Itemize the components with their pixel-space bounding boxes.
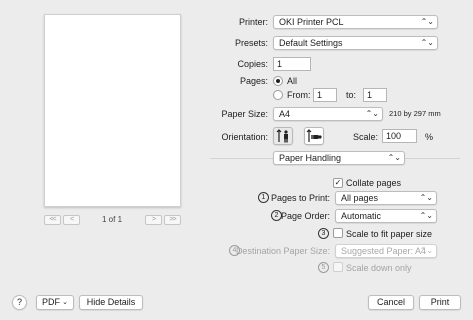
- pages-to-print-popup[interactable]: All pages ⌃⌄: [335, 191, 437, 205]
- hide-details-button[interactable]: Hide Details: [79, 295, 143, 310]
- pages-all-label: All: [287, 76, 298, 86]
- marker-3: 3: [318, 228, 329, 239]
- paper-dimensions: 210 by 297 mm: [389, 109, 441, 118]
- paper-size-value: A4: [279, 109, 291, 119]
- destination-paper-size-label: Destination Paper Size:: [235, 246, 330, 256]
- first-page-button[interactable]: <<: [44, 215, 61, 225]
- pages-label: Pages:: [239, 76, 268, 86]
- updown-chevron-icon: ⌃⌄: [419, 211, 433, 220]
- portrait-person-icon: [276, 129, 288, 143]
- page-order-popup[interactable]: Automatic ⌃⌄: [335, 209, 437, 223]
- page-indicator: 1 of 1: [102, 215, 123, 224]
- destination-paper-size-value: Suggested Paper: A4: [341, 246, 427, 256]
- page-order-label: Page Order:: [280, 211, 330, 221]
- collate-checkbox[interactable]: ✓: [333, 178, 343, 188]
- printer-popup[interactable]: OKI Printer PCL ⌃⌄: [273, 15, 438, 29]
- updown-chevron-icon: ⌃⌄: [420, 17, 434, 26]
- scale-unit: %: [425, 132, 434, 142]
- copies-label: Copies:: [237, 59, 268, 69]
- print-button[interactable]: Print: [419, 295, 461, 310]
- last-page-button[interactable]: >>: [164, 215, 181, 225]
- pages-to-label: to:: [346, 90, 357, 100]
- updown-chevron-icon: ⌃⌄: [419, 246, 433, 255]
- pages-to-print-label: Pages to Print:: [270, 193, 330, 203]
- first-page-icon: <<: [49, 216, 56, 223]
- marker-5: 5: [318, 262, 329, 273]
- paper-size-label: Paper Size:: [221, 109, 268, 119]
- pages-from-field[interactable]: 1: [313, 88, 337, 102]
- print-preview-page: [44, 14, 181, 207]
- marker-1: 1: [258, 192, 269, 203]
- pages-from-label: From:: [287, 90, 311, 100]
- pages-from-radio[interactable]: [273, 90, 283, 100]
- orientation-landscape-button[interactable]: [304, 127, 324, 145]
- scale-down-only-checkbox[interactable]: [333, 262, 343, 272]
- updown-chevron-icon: ⌃⌄: [419, 193, 433, 202]
- cancel-button[interactable]: Cancel: [368, 295, 414, 310]
- pages-to-field[interactable]: 1: [363, 88, 387, 102]
- presets-label: Presets:: [234, 38, 268, 48]
- pages-to-print-value: All pages: [341, 193, 379, 203]
- updown-chevron-icon: ⌃⌄: [365, 109, 379, 118]
- previous-page-button[interactable]: <: [63, 215, 80, 225]
- previous-page-icon: <: [69, 216, 74, 223]
- help-icon: ?: [16, 297, 22, 307]
- copies-field[interactable]: 1: [273, 57, 311, 71]
- printer-value: OKI Printer PCL: [279, 17, 344, 27]
- scale-field[interactable]: 100: [382, 129, 417, 143]
- paper-size-popup[interactable]: A4 ⌃⌄: [273, 107, 383, 121]
- orientation-portrait-button[interactable]: [273, 127, 293, 145]
- scale-label: Scale:: [353, 132, 379, 142]
- orientation-label: Orientation:: [221, 132, 268, 142]
- destination-paper-size-popup[interactable]: Suggested Paper: A4 ⌃⌄: [335, 244, 437, 258]
- section-popup-value: Paper Handling: [279, 153, 342, 163]
- page-order-value: Automatic: [341, 211, 382, 221]
- checkmark-icon: ✓: [334, 178, 342, 187]
- section-popup[interactable]: Paper Handling ⌃⌄: [273, 151, 405, 165]
- printer-label: Printer:: [238, 17, 268, 27]
- landscape-person-icon: [306, 129, 322, 142]
- updown-chevron-icon: ⌃⌄: [420, 38, 434, 47]
- collate-label: Collate pages: [346, 178, 402, 188]
- presets-popup[interactable]: Default Settings ⌃⌄: [273, 36, 438, 50]
- pdf-menu-button[interactable]: PDF ⌄: [36, 295, 74, 310]
- scale-to-fit-checkbox[interactable]: [333, 228, 343, 238]
- presets-value: Default Settings: [279, 38, 343, 48]
- next-page-icon: >: [151, 216, 156, 223]
- chevron-down-icon: ⌄: [62, 299, 68, 306]
- scale-to-fit-label: Scale to fit paper size: [346, 229, 433, 239]
- last-page-icon: >>: [169, 216, 176, 223]
- pages-all-radio[interactable]: [273, 76, 283, 86]
- scale-down-only-label: Scale down only: [346, 263, 412, 273]
- pdf-label: PDF: [42, 297, 60, 307]
- updown-chevron-icon: ⌃⌄: [387, 153, 401, 162]
- help-button[interactable]: ?: [12, 295, 27, 310]
- next-page-button[interactable]: >: [145, 215, 162, 225]
